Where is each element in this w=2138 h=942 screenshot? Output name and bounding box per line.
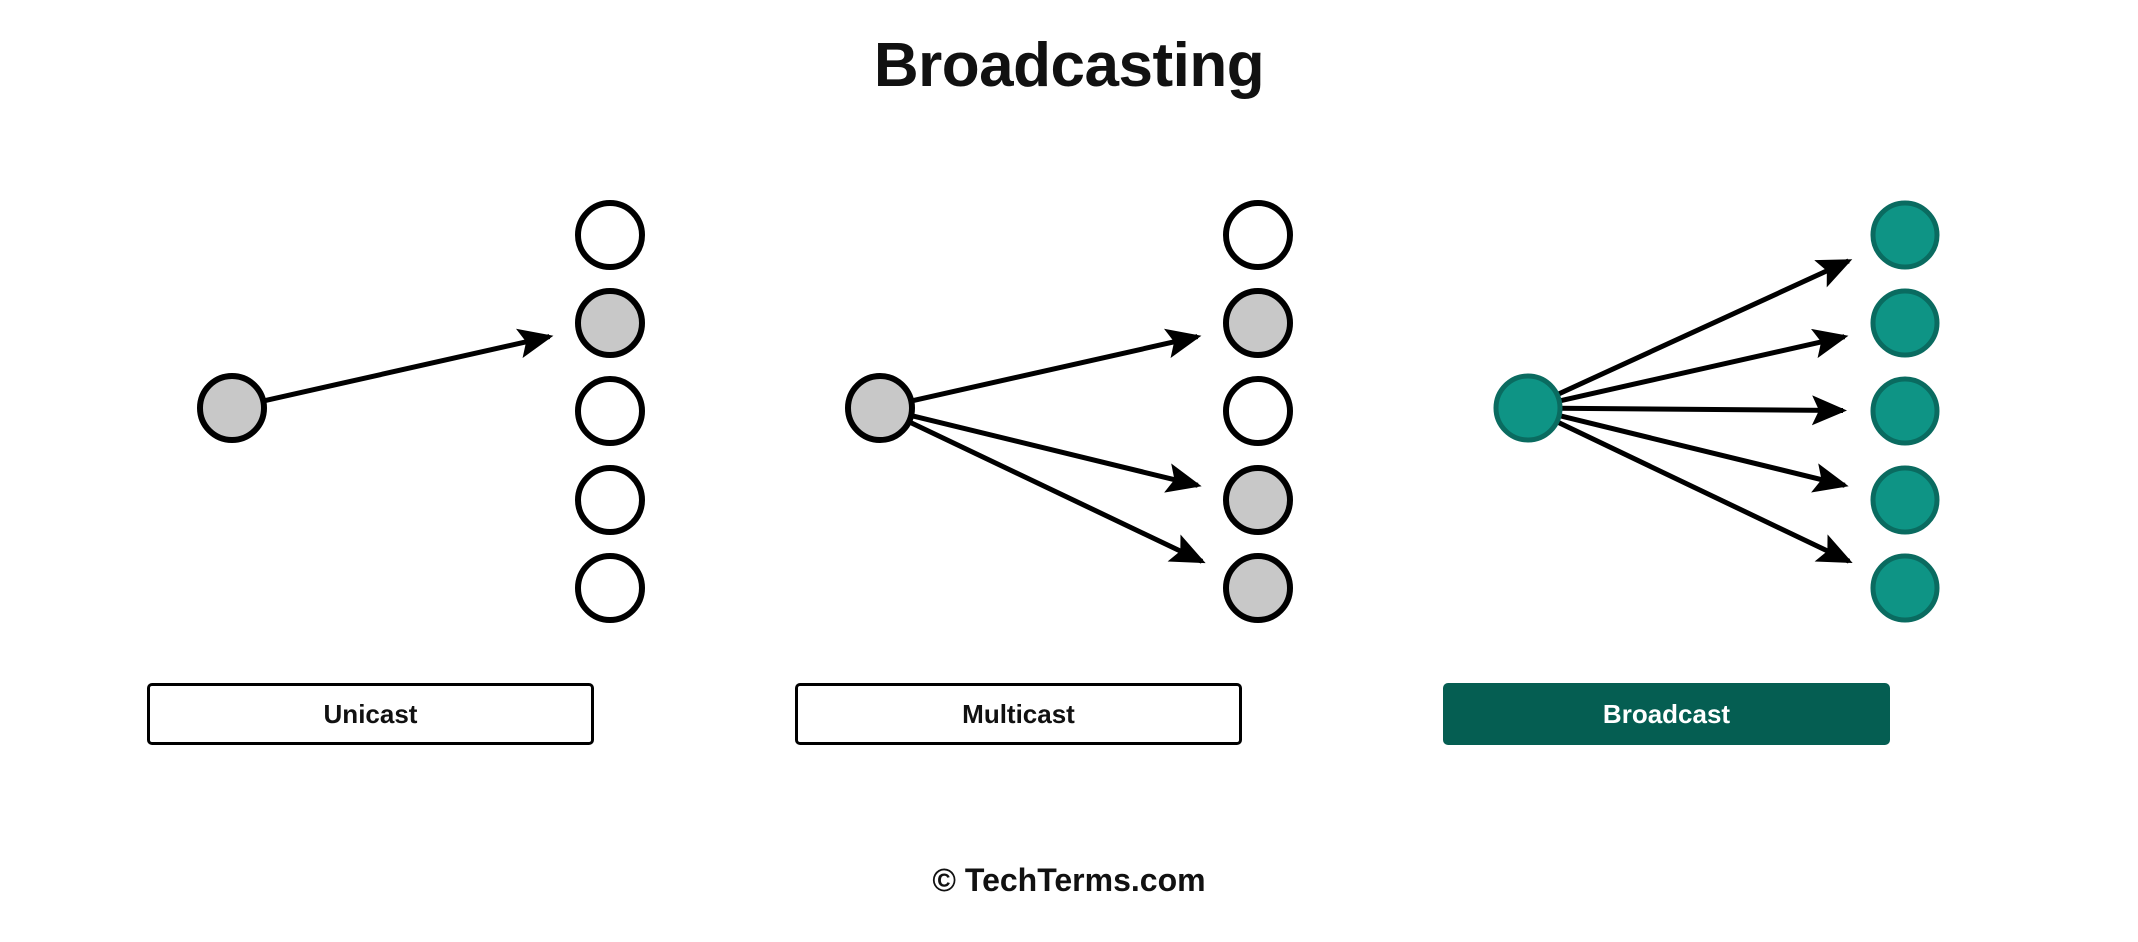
label-text-unicast: Unicast <box>323 698 418 729</box>
arrow-broadcast-to-node-1 <box>1554 258 1853 398</box>
diagram-group-multicast <box>845 200 1293 623</box>
dest-node-multicast-4[interactable] <box>1223 465 1293 535</box>
dest-node-unicast-1[interactable] <box>575 200 645 270</box>
label-box-broadcast[interactable]: Broadcast <box>1443 683 1890 745</box>
source-node-multicast[interactable] <box>845 373 915 443</box>
label-text-multicast: Multicast <box>962 698 1075 729</box>
dest-node-unicast-5[interactable] <box>575 553 645 623</box>
dest-node-broadcast-5[interactable] <box>1870 553 1940 623</box>
source-node-broadcast[interactable] <box>1493 373 1563 443</box>
dest-node-broadcast-3[interactable] <box>1870 376 1940 446</box>
arrow-broadcast-to-node-5 <box>1553 418 1853 564</box>
arrow-multicast-to-node-5 <box>906 418 1206 564</box>
copyright-footer: © TechTerms.com <box>932 862 1206 898</box>
arrow-broadcast-to-node-2 <box>1556 328 1849 404</box>
dest-node-multicast-2[interactable] <box>1223 288 1293 358</box>
source-node-unicast[interactable] <box>197 373 267 443</box>
arrow-multicast-to-node-4 <box>908 412 1202 493</box>
broadcasting-diagram: Broadcasting Unicast Multicast Broadcast ©… <box>0 0 2138 942</box>
arrow-broadcast-to-node-3 <box>1557 395 1848 426</box>
dest-node-broadcast-1[interactable] <box>1870 200 1940 270</box>
dest-node-multicast-3[interactable] <box>1223 376 1293 446</box>
arrow-broadcast-to-node-4 <box>1556 412 1849 493</box>
label-text-broadcast: Broadcast <box>1602 698 1731 729</box>
dest-node-unicast-3[interactable] <box>575 376 645 446</box>
dest-node-multicast-5[interactable] <box>1223 553 1293 623</box>
label-box-multicast[interactable]: Multicast <box>795 683 1242 745</box>
dest-node-unicast-4[interactable] <box>575 465 645 535</box>
label-box-unicast[interactable]: Unicast <box>147 683 594 745</box>
diagram-group-unicast <box>197 200 645 623</box>
arrow-multicast-to-node-2 <box>908 328 1202 404</box>
arrow-unicast-to-node-2 <box>260 328 554 404</box>
diagram-group-broadcast <box>1493 200 1940 623</box>
dest-node-broadcast-4[interactable] <box>1870 465 1940 535</box>
diagram-groups-layer <box>197 200 1940 623</box>
dest-node-unicast-2[interactable] <box>575 288 645 358</box>
dest-node-multicast-1[interactable] <box>1223 200 1293 270</box>
dest-node-broadcast-2[interactable] <box>1870 288 1940 358</box>
network-diagram-graphic <box>197 200 1940 623</box>
